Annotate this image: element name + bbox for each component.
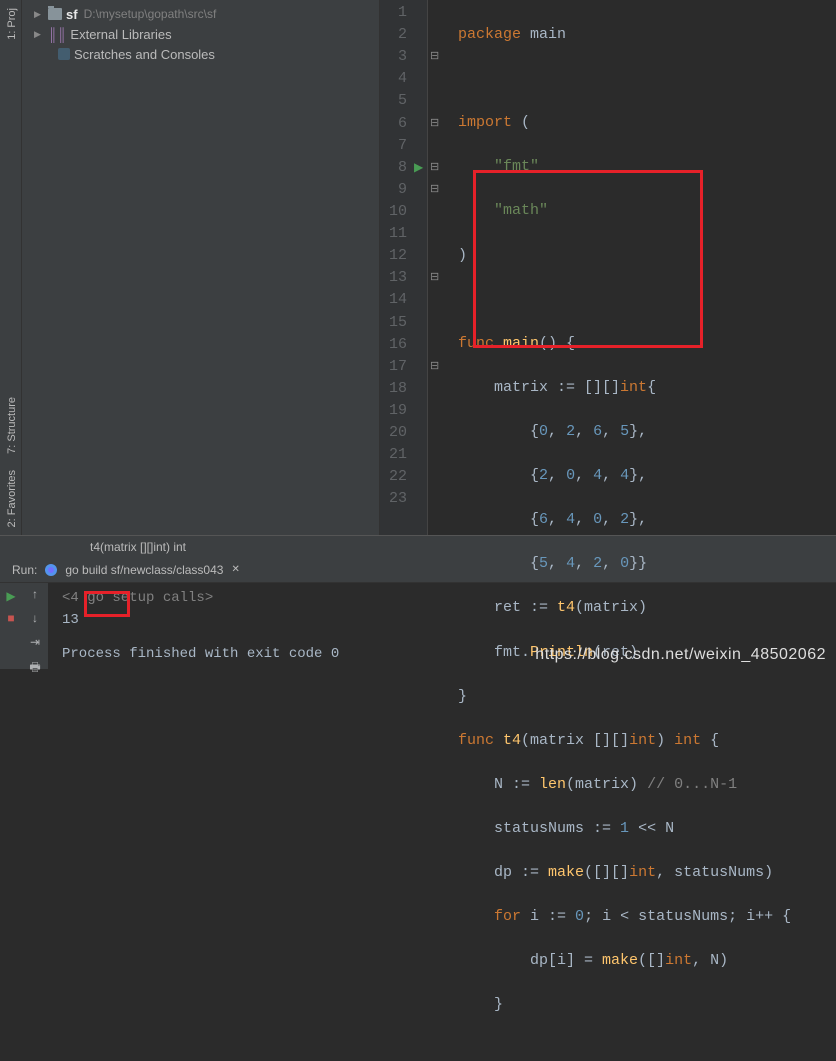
tree-label: sf — [66, 7, 78, 22]
breadcrumb-item[interactable]: t4(matrix [][]int) int — [90, 540, 186, 554]
left-tab-strip: 1: Proj 7: Structure 2: Favorites — [0, 0, 22, 535]
go-icon — [45, 564, 57, 576]
project-tree[interactable]: ▶ sf D:\mysetup\gopath\src\sf ▶ ║║ Exter… — [22, 0, 380, 535]
chevron-right-icon: ▶ — [34, 9, 44, 20]
folder-icon — [48, 8, 62, 20]
run-toolbar-2: ↑ ↓ ⇥ 🖶 — [22, 583, 48, 669]
run-gutter-icon[interactable]: ▶ — [414, 157, 423, 179]
stop-button[interactable]: ■ — [2, 609, 20, 627]
fold-column[interactable]: ▶ ⊟ ⊟ ⊟ ⊟ ⊟ ⊟ — [428, 0, 442, 535]
highlight-box — [84, 591, 130, 617]
fold-icon[interactable]: ⊟ — [430, 356, 439, 378]
highlight-box — [473, 170, 703, 348]
line-gutter: 123456789101112 1314151617181920212223 — [380, 0, 428, 535]
up-icon[interactable]: ↑ — [26, 587, 44, 601]
wrap-icon[interactable]: ⇥ — [26, 635, 44, 649]
tree-node-external-libs[interactable]: ▶ ║║ External Libraries — [22, 24, 379, 44]
scratch-icon — [58, 48, 70, 60]
tab-project[interactable]: 1: Proj — [0, 0, 21, 48]
down-icon[interactable]: ↓ — [26, 611, 44, 625]
tree-label: External Libraries — [70, 27, 171, 42]
tree-node-sf[interactable]: ▶ sf D:\mysetup\gopath\src\sf — [22, 4, 379, 24]
close-icon[interactable]: ✕ — [231, 564, 239, 575]
tree-label: Scratches and Consoles — [74, 47, 215, 62]
watermark: https://blog.csdn.net/weixin_48502062 — [535, 646, 826, 664]
rerun-button[interactable]: ▶ — [2, 587, 20, 605]
run-toolbar-1: ▶ ■ — [0, 583, 22, 669]
tree-path: D:\mysetup\gopath\src\sf — [84, 7, 217, 21]
run-label: Run: — [12, 563, 37, 577]
fold-icon[interactable]: ⊟ — [430, 267, 439, 289]
fold-icon[interactable]: ⊟ — [430, 46, 439, 68]
tree-node-scratches[interactable]: Scratches and Consoles — [22, 44, 379, 64]
fold-icon[interactable]: ⊟ — [430, 179, 439, 201]
fold-icon[interactable]: ⊟ — [430, 113, 439, 135]
print-icon[interactable]: 🖶 — [26, 659, 44, 677]
chevron-right-icon: ▶ — [34, 29, 44, 40]
tab-structure[interactable]: 7: Structure — [0, 389, 21, 462]
fold-icon[interactable]: ⊟ — [430, 157, 439, 179]
library-icon: ║║ — [48, 27, 66, 42]
run-config-name[interactable]: go build sf/newclass/class043 — [65, 563, 223, 577]
tab-favorites[interactable]: 2: Favorites — [0, 462, 21, 535]
